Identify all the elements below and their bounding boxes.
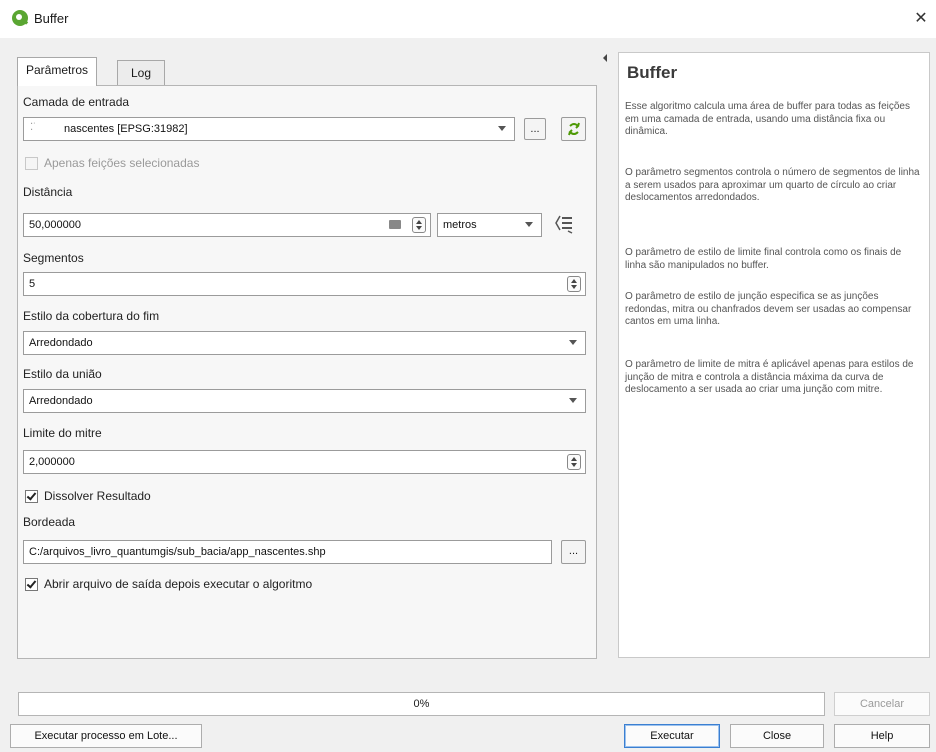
iterate-button[interactable] bbox=[561, 117, 586, 141]
checkmark-icon bbox=[26, 578, 37, 589]
output-path-value: C:/arquivos_livro_quantumgis/sub_bacia/a… bbox=[29, 546, 326, 558]
chevron-down-icon bbox=[525, 222, 533, 227]
segments-value: 5 bbox=[29, 278, 36, 290]
help-panel: Buffer Esse algoritmo calcula uma área d… bbox=[618, 52, 930, 658]
input-layer-browse-button[interactable]: ... bbox=[524, 118, 546, 140]
tab-parametros[interactable]: Parâmetros bbox=[17, 57, 98, 86]
distance-label: Distância bbox=[23, 185, 73, 199]
output-path-input[interactable]: C:/arquivos_livro_quantumgis/sub_bacia/a… bbox=[23, 540, 552, 564]
help-paragraph: O parâmetro de limite de mitra é aplicáv… bbox=[625, 359, 914, 395]
clear-icon[interactable] bbox=[389, 220, 401, 229]
chevron-down-icon bbox=[569, 398, 577, 403]
help-paragraph: Esse algoritmo calcula uma área de buffe… bbox=[625, 101, 910, 137]
close-icon[interactable]: ✕ bbox=[906, 8, 936, 30]
distance-unit-value: metros bbox=[443, 219, 477, 231]
distance-spinbox-icon[interactable] bbox=[412, 217, 426, 233]
open-output-checkbox[interactable] bbox=[25, 578, 38, 591]
miter-spinbox-icon[interactable] bbox=[567, 454, 581, 470]
miter-limit-label: Limite do mitre bbox=[23, 426, 102, 440]
end-cap-select[interactable]: Arredondado bbox=[23, 331, 586, 355]
output-label: Bordeada bbox=[23, 515, 76, 529]
progress-text: 0% bbox=[413, 698, 430, 710]
input-layer-value: nascentes [EPSG:31982] bbox=[64, 123, 188, 135]
iterate-icon bbox=[567, 122, 580, 136]
open-output-label: Abrir arquivo de saída depois executar o… bbox=[44, 577, 313, 591]
input-layer-select[interactable]: nascentes [EPSG:31982] bbox=[23, 117, 515, 141]
segments-input[interactable]: 5 bbox=[23, 272, 586, 296]
help-title: Buffer bbox=[627, 63, 678, 82]
distance-unit-select[interactable]: metros bbox=[437, 213, 542, 237]
join-style-value: Arredondado bbox=[29, 395, 93, 407]
end-cap-label: Estilo da cobertura do fim bbox=[23, 309, 160, 323]
join-style-select[interactable]: Arredondado bbox=[23, 389, 586, 413]
end-cap-value: Arredondado bbox=[29, 337, 93, 349]
close-button[interactable]: Close bbox=[730, 724, 824, 748]
title-bar bbox=[0, 0, 936, 38]
help-paragraph: O parâmetro de estilo de limite final co… bbox=[625, 247, 902, 271]
parameters-panel bbox=[17, 85, 597, 659]
point-layer-icon: ⁚˙ bbox=[30, 122, 37, 133]
distance-value: 50,000000 bbox=[29, 219, 81, 231]
output-browse-button[interactable]: ... bbox=[561, 540, 586, 564]
run-button[interactable]: Executar bbox=[624, 724, 720, 748]
data-defined-override-icon[interactable] bbox=[554, 213, 580, 237]
selected-only-label: Apenas feições selecionadas bbox=[44, 156, 200, 170]
collapse-panel-icon[interactable] bbox=[603, 54, 607, 62]
batch-process-button[interactable]: Executar processo em Lote... bbox=[10, 724, 202, 748]
miter-limit-input[interactable]: 2,000000 bbox=[23, 450, 586, 474]
chevron-down-icon bbox=[498, 126, 506, 131]
miter-limit-value: 2,000000 bbox=[29, 456, 75, 468]
help-paragraph: O parâmetro de estilo de junção especifi… bbox=[625, 291, 912, 327]
input-layer-label: Camada de entrada bbox=[23, 95, 130, 109]
tab-log[interactable]: Log bbox=[117, 60, 165, 86]
dissolve-checkbox[interactable] bbox=[25, 490, 38, 503]
segments-label: Segmentos bbox=[23, 251, 84, 265]
help-button[interactable]: Help bbox=[834, 724, 930, 748]
segments-spinbox-icon[interactable] bbox=[567, 276, 581, 292]
qgis-logo-icon bbox=[12, 10, 28, 26]
cancel-button[interactable]: Cancelar bbox=[834, 692, 930, 716]
window-title: Buffer bbox=[34, 11, 69, 26]
join-style-label: Estilo da união bbox=[23, 367, 102, 381]
chevron-down-icon bbox=[569, 340, 577, 345]
distance-input[interactable]: 50,000000 bbox=[23, 213, 431, 237]
progress-bar: 0% bbox=[18, 692, 825, 716]
checkmark-icon bbox=[26, 490, 37, 501]
help-paragraph: O parâmetro segmentos controla o número … bbox=[625, 167, 920, 203]
dissolve-label: Dissolver Resultado bbox=[44, 489, 151, 503]
selected-only-checkbox[interactable] bbox=[25, 157, 38, 170]
